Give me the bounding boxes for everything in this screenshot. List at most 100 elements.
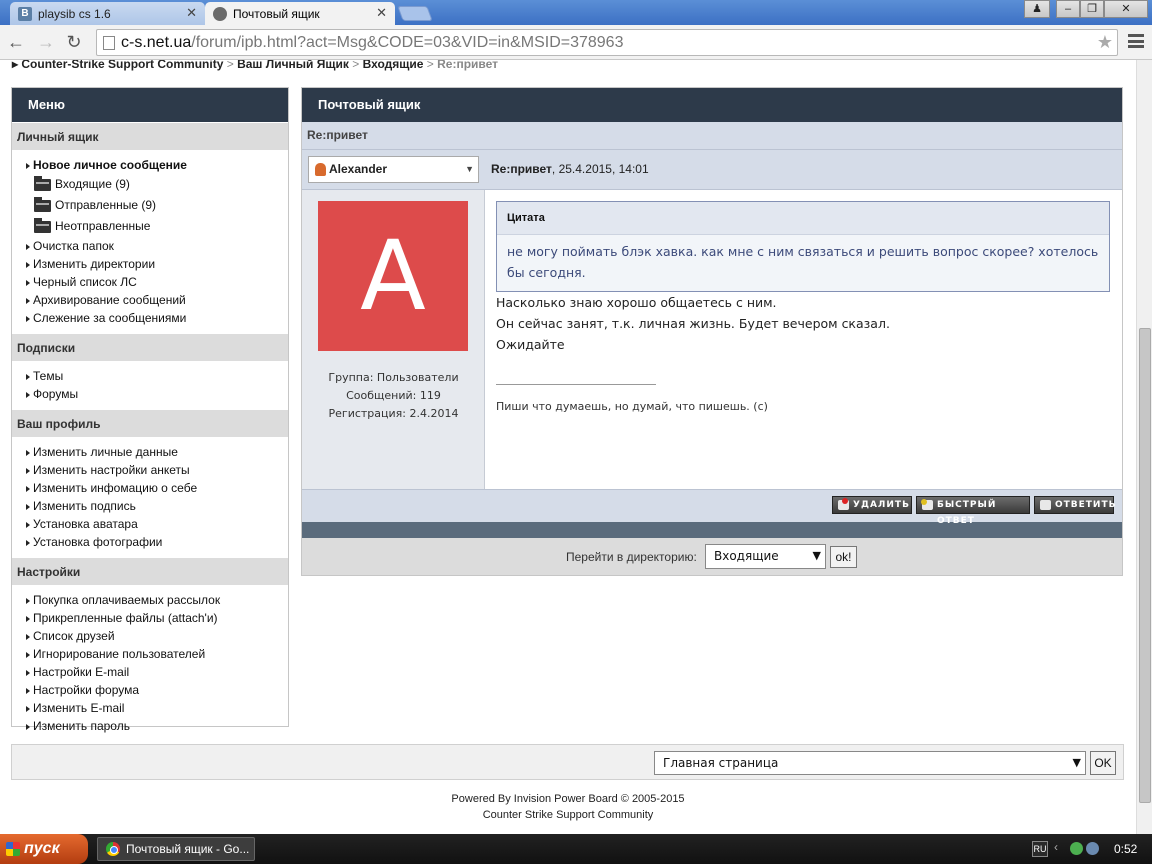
breadcrumb-arrow-icon: ▸ bbox=[12, 60, 19, 71]
folder-jump-bar: Перейти в директорию: Входящие ▼ ok! bbox=[302, 538, 1122, 575]
footer-community: Counter Strike Support Community bbox=[482, 809, 654, 821]
forum-jump-ok-button[interactable]: OK bbox=[1090, 751, 1116, 775]
breadcrumb-link[interactable]: Ваш Личный Ящик bbox=[237, 60, 349, 71]
sidebar-item-signature[interactable]: Изменить подпись bbox=[12, 497, 288, 515]
close-icon[interactable]: ✕ bbox=[186, 5, 197, 21]
folder-inbox[interactable]: Входящие (9) bbox=[12, 174, 288, 195]
section-settings: Настройки bbox=[12, 557, 288, 585]
footer-powered-by: Powered By Invision Power Board © 2005-2… bbox=[451, 793, 685, 805]
start-label: пуск bbox=[24, 840, 60, 857]
folder-select-value: Входящие bbox=[714, 549, 779, 563]
jump-ok-button[interactable]: ok! bbox=[830, 546, 857, 568]
taskbar-item-chrome[interactable]: Почтовый ящик - Go... bbox=[97, 837, 255, 861]
new-tab-button[interactable] bbox=[397, 6, 433, 21]
folder-icon bbox=[34, 176, 51, 191]
reply-label: ОТВЕТИТЬ bbox=[1055, 500, 1117, 510]
folder-label: Отправленные (9) bbox=[55, 198, 157, 212]
folder-icon bbox=[34, 218, 51, 233]
tab-playsib[interactable]: B playsib cs 1.6 ✕ bbox=[10, 2, 205, 25]
sidebar-item-personal-data[interactable]: Изменить личные данные bbox=[12, 443, 288, 461]
quick-reply-button[interactable]: БЫСТРЫЙ ОТВЕТ bbox=[916, 496, 1030, 526]
message-line: Ожидайте bbox=[496, 337, 565, 352]
message-subject: Re:привет bbox=[302, 122, 1122, 150]
folder-select[interactable]: Входящие ▼ bbox=[705, 544, 826, 569]
divider-bar bbox=[302, 522, 1122, 538]
windows-logo-icon bbox=[6, 842, 20, 856]
forward-icon[interactable]: → bbox=[35, 31, 57, 53]
clock: 0:52 bbox=[1114, 842, 1138, 856]
folder-label: Неотправленные bbox=[55, 219, 151, 233]
post-meta: Re:привет, 25.4.2015, 14:01 bbox=[491, 162, 649, 176]
sidebar-item-about[interactable]: Изменить инфомацию о себе bbox=[12, 479, 288, 497]
sidebar-item-blacklist[interactable]: Черный список ЛС bbox=[12, 273, 288, 291]
sidebar-item-edit-folders[interactable]: Изменить директории bbox=[12, 255, 288, 273]
author-dropdown[interactable]: Alexander ▼ bbox=[308, 156, 479, 183]
folder-sent[interactable]: Отправленные (9) bbox=[12, 195, 288, 216]
language-indicator[interactable]: RU bbox=[1032, 841, 1048, 857]
message-line: Он сейчас занят, т.к. личная жизнь. Буде… bbox=[496, 316, 890, 331]
tray-expand-icon[interactable]: ‹ bbox=[1054, 840, 1067, 854]
sidebar-item-email-settings[interactable]: Настройки E-mail bbox=[12, 663, 288, 681]
folder-unsent[interactable]: Неотправленные bbox=[12, 216, 288, 237]
sidebar-title: Меню bbox=[12, 88, 288, 122]
post-header: Alexander ▼ Re:привет, 25.4.2015, 14:01 bbox=[302, 150, 1122, 190]
vertical-scrollbar[interactable] bbox=[1136, 60, 1152, 834]
address-bar[interactable]: c-s.net.ua/forum/ipb.html?act=Msg&CODE=0… bbox=[96, 29, 1118, 56]
author-name: Alexander bbox=[329, 162, 388, 176]
avatar: A bbox=[318, 201, 468, 351]
tray-app-icon[interactable] bbox=[1070, 842, 1083, 855]
start-button[interactable]: пуск bbox=[0, 834, 88, 864]
folder-icon bbox=[34, 197, 51, 212]
browser-tabstrip: B playsib cs 1.6 ✕ Почтовый ящик ✕ ♟ – ❐… bbox=[0, 0, 1152, 25]
breadcrumb-separator: > bbox=[352, 60, 360, 71]
user-profile-icon[interactable]: ♟ bbox=[1024, 0, 1050, 18]
breadcrumb-link[interactable]: Входящие bbox=[363, 60, 424, 71]
reply-button[interactable]: ОТВЕТИТЬ bbox=[1034, 496, 1117, 514]
sidebar-item-topics[interactable]: Темы bbox=[12, 367, 288, 385]
tab-mailbox[interactable]: Почтовый ящик ✕ bbox=[205, 2, 395, 25]
jump-label: Перейти в директорию: bbox=[566, 550, 697, 564]
message-content: Цитата не могу поймать блэк хавка. как м… bbox=[496, 190, 1116, 489]
chevron-down-icon: ▼ bbox=[812, 549, 821, 562]
breadcrumb-link[interactable]: Counter-Strike Support Community bbox=[21, 60, 223, 71]
back-icon[interactable]: ← bbox=[5, 31, 27, 53]
toolbar: ← → ↻ c-s.net.ua/forum/ipb.html?act=Msg&… bbox=[0, 25, 1152, 60]
sidebar-item-photo[interactable]: Установка фотографии bbox=[12, 533, 288, 551]
close-icon[interactable]: ✕ bbox=[376, 5, 387, 21]
delete-button[interactable]: УДАЛИТЬ bbox=[832, 496, 912, 514]
sidebar-item-attachments[interactable]: Прикрепленные файлы (attach'и) bbox=[12, 609, 288, 627]
reply-icon bbox=[1040, 500, 1051, 510]
sidebar-item-paid-mailing[interactable]: Покупка оплачиваемых рассылок bbox=[12, 591, 288, 609]
breadcrumb-current: Re:привет bbox=[437, 60, 499, 71]
system-tray: RU ‹ 0:52 bbox=[1030, 834, 1152, 864]
section-profile: Ваш профиль bbox=[12, 409, 288, 437]
sidebar-item-archive[interactable]: Архивирование сообщений bbox=[12, 291, 288, 309]
maximize-button[interactable]: ❐ bbox=[1080, 0, 1104, 18]
reload-icon[interactable]: ↻ bbox=[63, 31, 85, 53]
sidebar-item-avatar[interactable]: Установка аватара bbox=[12, 515, 288, 533]
sidebar-item-profile-settings[interactable]: Изменить настройки анкеты bbox=[12, 461, 288, 479]
sidebar-menu: Меню Личный ящик Новое личное сообщение … bbox=[11, 87, 289, 733]
delete-label: УДАЛИТЬ bbox=[853, 500, 910, 510]
sidebar-item-change-password[interactable]: Изменить пароль bbox=[12, 717, 288, 735]
menu-icon[interactable] bbox=[1128, 34, 1144, 48]
sidebar-item-clear-folders[interactable]: Очистка папок bbox=[12, 237, 288, 255]
sidebar-item-friends[interactable]: Список друзей bbox=[12, 627, 288, 645]
taskbar: пуск Почтовый ящик - Go... RU ‹ 0:52 bbox=[0, 834, 1152, 864]
url-host: c-s.net.ua bbox=[121, 34, 192, 51]
sidebar-item-tracking[interactable]: Слежение за сообщениями bbox=[12, 309, 288, 327]
steam-icon[interactable] bbox=[1086, 842, 1099, 855]
close-window-button[interactable]: ✕ bbox=[1104, 0, 1148, 18]
bookmark-star-icon[interactable]: ★ bbox=[1097, 30, 1113, 55]
footer: Powered By Invision Power Board © 2005-2… bbox=[0, 791, 1136, 823]
sidebar-item-change-email[interactable]: Изменить E-mail bbox=[12, 699, 288, 717]
sidebar-item-new-message[interactable]: Новое личное сообщение bbox=[12, 156, 288, 174]
forum-jump-select[interactable]: Главная страница ▼ bbox=[654, 751, 1086, 775]
tab-label: playsib cs 1.6 bbox=[38, 6, 111, 21]
sidebar-item-forums[interactable]: Форумы bbox=[12, 385, 288, 403]
sidebar-item-forum-settings[interactable]: Настройки форума bbox=[12, 681, 288, 699]
sidebar-item-ignore[interactable]: Игнорирование пользователей bbox=[12, 645, 288, 663]
minimize-button[interactable]: – bbox=[1056, 0, 1080, 18]
delete-icon bbox=[838, 498, 849, 510]
scrollbar-thumb[interactable] bbox=[1139, 328, 1151, 803]
